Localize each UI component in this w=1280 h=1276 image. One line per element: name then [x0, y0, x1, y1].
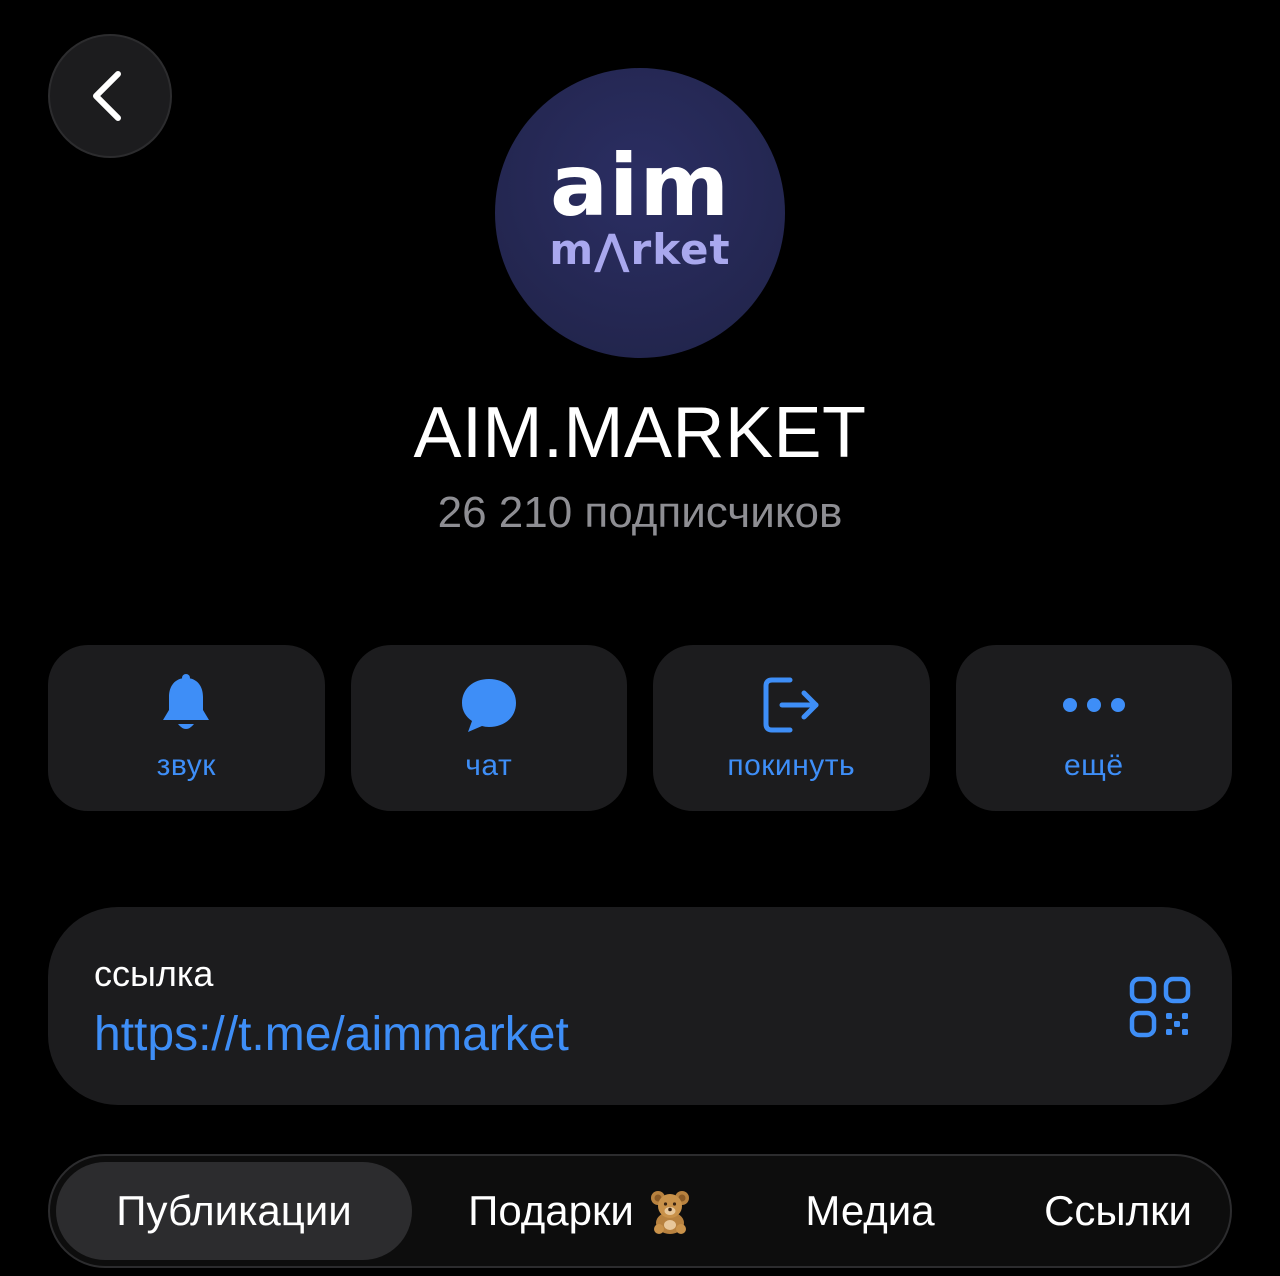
sound-label: звук	[156, 749, 216, 782]
avatar-logo-bottom: m⋀rket	[549, 225, 731, 274]
tab-gifts[interactable]: Подарки	[438, 1162, 724, 1260]
sound-button[interactable]: звук	[48, 645, 325, 811]
teddy-bear-icon	[646, 1187, 694, 1235]
qr-code-icon	[1129, 976, 1191, 1038]
tab-links-label: Ссылки	[1044, 1187, 1192, 1234]
tab-media[interactable]: Медиа	[770, 1162, 970, 1260]
avatar-logo-top: aim	[549, 136, 731, 236]
chat-label: чат	[465, 749, 513, 782]
leave-button[interactable]: покинуть	[653, 645, 930, 811]
subscriber-count: 26 210 подписчиков	[437, 488, 843, 537]
link-card[interactable]: ссылка https://t.me/aimmarket	[48, 907, 1232, 1105]
tab-publications[interactable]: Публикации	[56, 1162, 412, 1260]
tab-publications-label: Публикации	[116, 1187, 352, 1234]
qr-code-button[interactable]	[1128, 975, 1192, 1039]
channel-link[interactable]: https://t.me/aimmarket	[94, 1007, 569, 1062]
tab-links[interactable]: Ссылки	[1010, 1162, 1226, 1260]
tab-media-label: Медиа	[805, 1187, 935, 1234]
chat-button[interactable]: чат	[350, 645, 627, 811]
leave-label: покинуть	[727, 749, 856, 782]
chevron-left-icon	[93, 71, 121, 121]
channel-avatar[interactable]: aim m⋀rket	[495, 68, 785, 358]
action-row: звук чат покинуть ещё	[48, 645, 1232, 811]
bell-icon	[163, 674, 210, 729]
more-label: ещё	[1063, 749, 1124, 782]
content-tabs: Публикации Подарки Медиа Ссылки	[48, 1154, 1232, 1268]
leave-icon	[763, 677, 819, 733]
back-button[interactable]	[48, 34, 172, 158]
link-caption: ссылка	[94, 953, 214, 994]
chat-bubble-icon	[461, 679, 516, 732]
more-button[interactable]: ещё	[955, 645, 1232, 811]
tab-gifts-label: Подарки	[468, 1187, 634, 1234]
channel-name: AIM.MARKET	[413, 393, 867, 473]
more-dots-icon	[1062, 698, 1125, 712]
